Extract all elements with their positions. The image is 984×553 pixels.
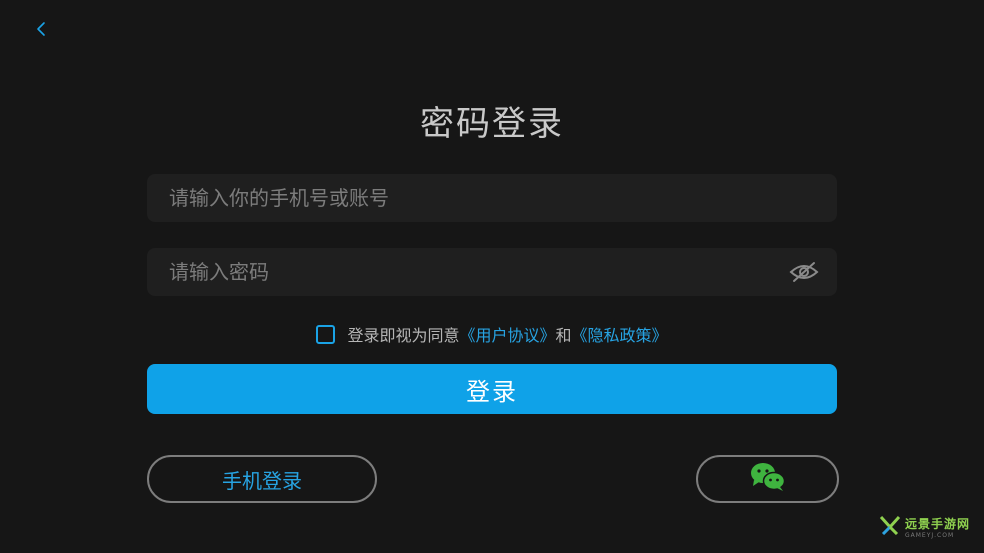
privacy-policy-link[interactable]: 《隐私政策》 xyxy=(572,322,668,346)
watermark-url: GAMEYJ.COM xyxy=(904,532,955,539)
agreement-conjunction: 和 xyxy=(555,326,572,345)
agreement-checkbox[interactable] xyxy=(316,324,336,344)
account-input[interactable] xyxy=(147,174,837,222)
login-button[interactable]: 登录 xyxy=(147,364,837,414)
wechat-login-button[interactable] xyxy=(696,455,839,503)
agreement-text: 登录即视为同意 xyxy=(347,326,460,345)
account-field-container xyxy=(147,174,837,222)
chevron-left-icon xyxy=(36,21,46,41)
page-title: 密码登录 xyxy=(420,104,564,144)
phone-login-button[interactable]: 手机登录 xyxy=(147,455,377,503)
password-field-container xyxy=(147,248,837,296)
wechat-icon xyxy=(750,462,786,496)
agreement-row: 登录即视为同意 《用户协议》 和 《隐私政策》 xyxy=(0,322,984,346)
watermark: 远景手游网 GAMEYJ.COM xyxy=(879,515,970,539)
watermark-name: 远景手游网 xyxy=(904,517,970,531)
eye-slash-icon[interactable] xyxy=(789,260,819,284)
watermark-logo-icon xyxy=(879,515,901,539)
back-button[interactable] xyxy=(30,18,52,44)
user-agreement-link[interactable]: 《用户协议》 xyxy=(459,322,555,346)
password-input[interactable] xyxy=(147,248,837,296)
